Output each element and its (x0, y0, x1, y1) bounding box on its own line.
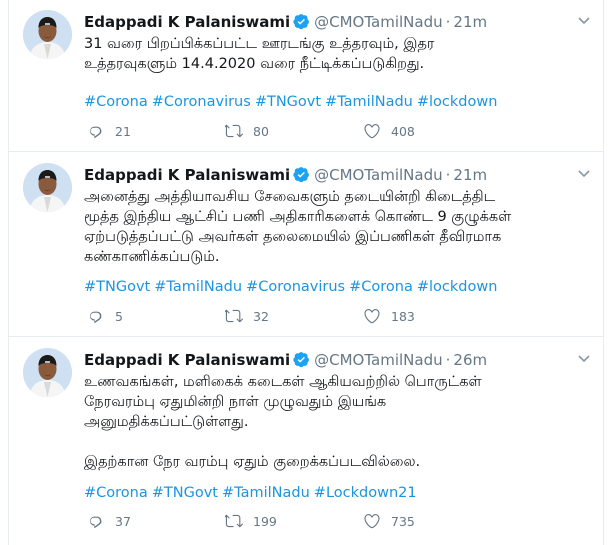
chevron-down-icon[interactable] (577, 169, 591, 179)
tweet-feed: Edappadi K Palaniswami @CMOTamilNadu · 21m … (8, 0, 604, 545)
hashtag-link[interactable]: #Corona (84, 94, 148, 110)
reply-count: 21 (115, 123, 131, 139)
tweet-paragraph: 31 வரை பிறப்பிக்கப்பட்ட ஊரடங்கு உத்தரவும… (84, 36, 435, 72)
verified-badge-icon (293, 352, 310, 368)
hashtag-list: #Corona #Coronavirus #TNGovt #TamilNadu #loc… (84, 92, 501, 112)
tweet[interactable]: Edappadi K Palaniswami @CMOTamilNadu · 26m … (9, 338, 603, 545)
tweet-paragraph: உணவகங்கள், மளிகைக் கடைகள் ஆகியவற்றில் பொ… (84, 374, 482, 430)
verified-badge-icon (293, 14, 310, 30)
avatar[interactable] (23, 348, 72, 397)
like-button[interactable]: 408 (363, 121, 415, 141)
retweet-icon (225, 514, 243, 528)
chevron-down-icon[interactable] (577, 354, 591, 364)
retweet-button[interactable]: 199 (225, 511, 277, 531)
hashtag-link[interactable]: #TNGovt (84, 279, 150, 295)
hashtag-link[interactable]: #Corona (349, 279, 413, 295)
heart-icon (364, 124, 380, 139)
author-handle[interactable]: @CMOTamilNadu (314, 13, 442, 31)
retweet-button[interactable]: 32 (225, 306, 269, 326)
timestamp[interactable]: 26m (453, 351, 487, 369)
heart-icon (364, 514, 380, 529)
timestamp[interactable]: 21m (453, 166, 487, 184)
tweet-actions: 37 199 735 (87, 511, 567, 531)
like-button[interactable]: 735 (363, 511, 415, 531)
author-name[interactable]: Edappadi K Palaniswami (84, 351, 290, 369)
retweet-count: 32 (253, 308, 269, 324)
tweet-header: Edappadi K Palaniswami @CMOTamilNadu · 26m (84, 350, 487, 370)
tweet-actions: 21 80 408 (87, 121, 567, 141)
tweet-paragraph: அனைத்து அத்தியாவசிய சேவைகளும் தடையின்றி … (84, 189, 512, 265)
tweet-text: 31 வரை பிறப்பிக்கப்பட்ட ஊரடங்கு உத்தரவும… (84, 34, 589, 74)
avatar[interactable] (23, 163, 72, 212)
tweet-actions: 5 32 183 (87, 306, 567, 326)
tweet[interactable]: Edappadi K Palaniswami @CMOTamilNadu · 21m … (9, 0, 603, 152)
retweet-icon (225, 309, 243, 323)
like-button[interactable]: 183 (363, 306, 415, 326)
author-name[interactable]: Edappadi K Palaniswami (84, 13, 290, 31)
tweet-header: Edappadi K Palaniswami @CMOTamilNadu · 21m (84, 12, 487, 32)
reply-count: 37 (115, 513, 131, 529)
like-count: 183 (391, 308, 415, 324)
author-handle[interactable]: @CMOTamilNadu (314, 166, 442, 184)
separator-dot: · (445, 166, 451, 184)
hashtag-link[interactable]: #TamilNadu (325, 94, 413, 110)
tweet-paragraph: இதற்கான நேர வரம்பு ஏதும் குறைக்கப்படவில்… (84, 454, 421, 470)
reply-button[interactable]: 5 (87, 306, 123, 326)
reply-button[interactable]: 21 (87, 121, 131, 141)
heart-icon (364, 309, 380, 324)
retweet-icon (225, 124, 243, 138)
hashtag-link[interactable]: #TamilNadu (222, 485, 310, 501)
tweet-header: Edappadi K Palaniswami @CMOTamilNadu · 21m (84, 165, 487, 185)
hashtag-link[interactable]: #TNGovt (255, 94, 321, 110)
tweet[interactable]: Edappadi K Palaniswami @CMOTamilNadu · 21m … (9, 153, 603, 337)
chevron-down-icon[interactable] (577, 16, 591, 26)
separator-dot: · (445, 13, 451, 31)
avatar[interactable] (23, 10, 72, 59)
timestamp[interactable]: 21m (453, 13, 487, 31)
tweet-text: உணவகங்கள், மளிகைக் கடைகள் ஆகியவற்றில் பொ… (84, 372, 589, 472)
hashtag-link[interactable]: #TNGovt (152, 485, 218, 501)
hashtag-link[interactable]: #TamilNadu (154, 279, 242, 295)
reply-icon (90, 311, 102, 324)
hashtag-list: #TNGovt #TamilNadu #Coronavirus #Corona #loc… (84, 277, 501, 297)
author-handle[interactable]: @CMOTamilNadu (314, 351, 442, 369)
hashtag-link[interactable]: #Lockdown21 (314, 485, 417, 501)
retweet-count: 199 (253, 513, 277, 529)
separator-dot: · (445, 351, 451, 369)
like-count: 735 (391, 513, 415, 529)
hashtag-link[interactable]: #Corona (84, 485, 148, 501)
reply-icon (90, 516, 102, 529)
reply-icon (90, 126, 102, 139)
hashtag-link[interactable]: #lockdown (417, 94, 498, 110)
retweet-button[interactable]: 80 (225, 121, 269, 141)
tweet-text: அனைத்து அத்தியாவசிய சேவைகளும் தடையின்றி … (84, 187, 589, 267)
retweet-count: 80 (253, 123, 269, 139)
reply-button[interactable]: 37 (87, 511, 131, 531)
like-count: 408 (391, 123, 415, 139)
author-name[interactable]: Edappadi K Palaniswami (84, 166, 290, 184)
hashtag-link[interactable]: #Coronavirus (246, 279, 345, 295)
reply-count: 5 (115, 308, 123, 324)
hashtag-link[interactable]: #Coronavirus (152, 94, 251, 110)
hashtag-list: #Corona #TNGovt #TamilNadu #Lockdown21 (84, 483, 421, 503)
hashtag-link[interactable]: #lockdown (417, 279, 498, 295)
verified-badge-icon (293, 167, 310, 183)
